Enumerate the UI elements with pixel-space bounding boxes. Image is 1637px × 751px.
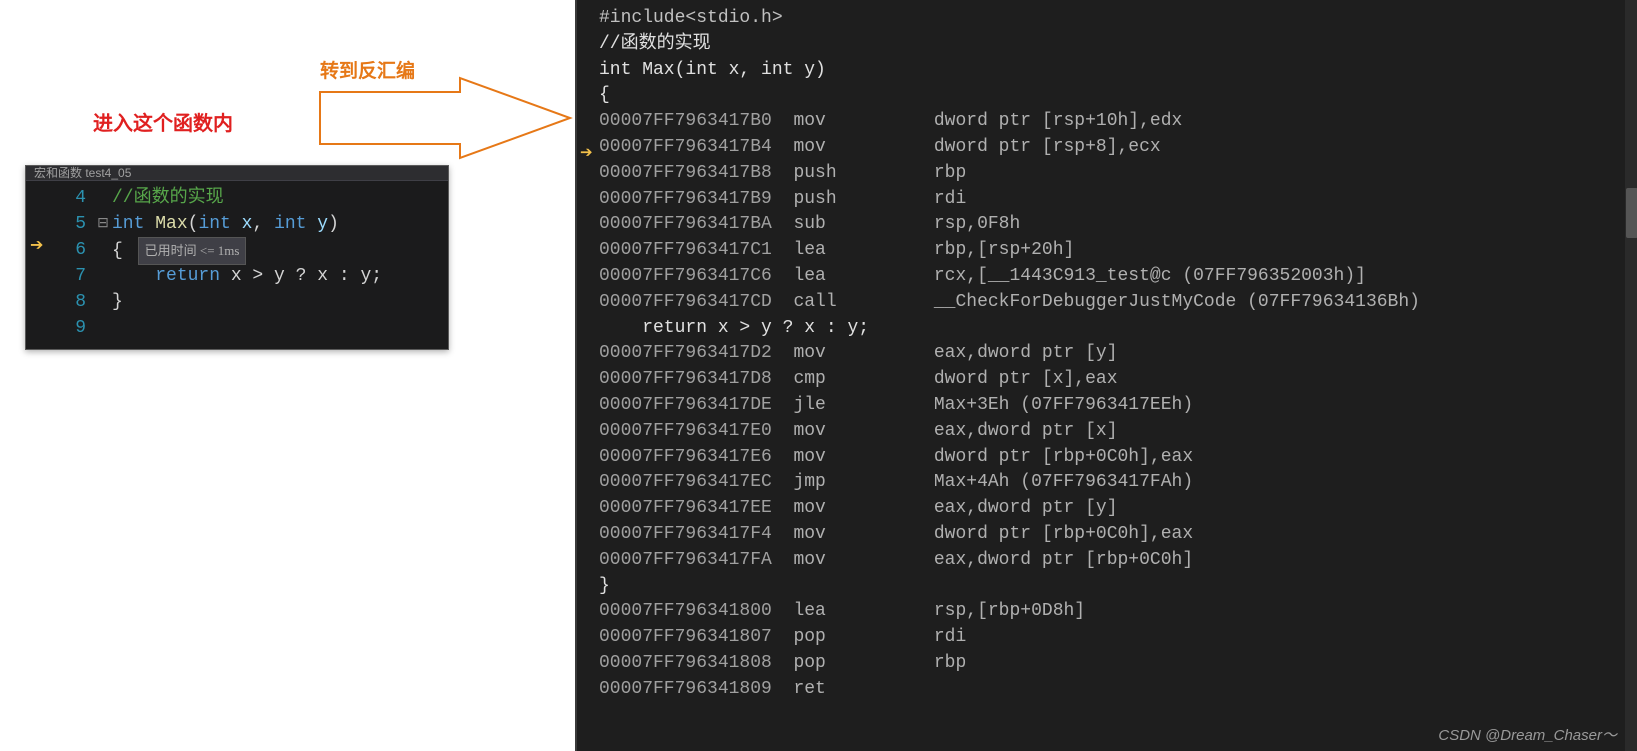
asm-row: 00007FF7963417FA mov eax,dword ptr [rbp+… xyxy=(599,548,1637,574)
scrollbar-thumb[interactable] xyxy=(1626,188,1637,238)
annotation-enter-function: 进入这个函数内 xyxy=(93,107,233,136)
current-line-arrow-icon: ➔ xyxy=(30,235,43,255)
asm-row: 00007FF7963417C1 lea rbp,[rsp+20h] xyxy=(599,238,1637,264)
asm-row: 00007FF7963417B9 push rdi xyxy=(599,187,1637,213)
fold-column: ⊟ xyxy=(94,181,112,349)
asm-row: 00007FF7963417E6 mov dword ptr [rbp+0C0h… xyxy=(599,445,1637,471)
asm-row: 00007FF796341808 pop rbp xyxy=(599,651,1637,677)
code-lines[interactable]: //函数的实现 int Max(int x, int y) { 已用时间 <= … xyxy=(112,181,448,349)
source-editor: 宏和函数 test4_05 4 5 6 7 8 9 ⊟ //函数的实现 int … xyxy=(25,165,449,350)
asm-row: 00007FF7963417B8 push rbp xyxy=(599,161,1637,187)
asm-row: 00007FF7963417EE mov eax,dword ptr [y] xyxy=(599,496,1637,522)
asm-row: 00007FF7963417E0 mov eax,dword ptr [x] xyxy=(599,419,1637,445)
asm-row: 00007FF7963417D2 mov eax,dword ptr [y] xyxy=(599,341,1637,367)
asm-row: 00007FF796341809 ret xyxy=(599,677,1637,703)
disassembly-view: #include<stdio.h> //函数的实现 int Max(int x,… xyxy=(575,0,1637,751)
asm-row: 00007FF7963417EC jmp Max+4Ah (07FF796341… xyxy=(599,470,1637,496)
scrollbar-track[interactable] xyxy=(1625,0,1637,751)
tab-item[interactable]: 宏和函数 test4_05 xyxy=(34,164,131,181)
perf-badge: 已用时间 <= 1ms xyxy=(138,237,247,265)
current-line-arrow-icon: ➔ xyxy=(580,143,593,161)
asm-row: 00007FF7963417DE jle Max+3Eh (07FF796341… xyxy=(599,393,1637,419)
asm-row: 00007FF7963417B4 mov dword ptr [rsp+8],e… xyxy=(599,135,1637,161)
asm-row: 00007FF796341807 pop rdi xyxy=(599,625,1637,651)
asm-row: 00007FF7963417D8 cmp dword ptr [x],eax xyxy=(599,367,1637,393)
annotation-to-disasm: 转到反汇编 xyxy=(320,56,415,83)
asm-row: 00007FF7963417CD call __CheckForDebugger… xyxy=(599,290,1637,316)
disasm-lines[interactable]: #include<stdio.h> //函数的实现 int Max(int x,… xyxy=(577,0,1637,703)
tab-strip: 宏和函数 test4_05 xyxy=(26,166,448,181)
asm-row: 00007FF796341800 lea rsp,[rbp+0D8h] xyxy=(599,599,1637,625)
asm-row: 00007FF7963417C6 lea rcx,[__1443C913_tes… xyxy=(599,264,1637,290)
line-gutter: 4 5 6 7 8 9 xyxy=(26,181,94,349)
asm-row: 00007FF7963417BA sub rsp,0F8h xyxy=(599,212,1637,238)
asm-row: 00007FF7963417B0 mov dword ptr [rsp+10h]… xyxy=(599,109,1637,135)
watermark: CSDN @Dream_Chaser～ xyxy=(1438,724,1617,745)
asm-row: 00007FF7963417F4 mov dword ptr [rbp+0C0h… xyxy=(599,522,1637,548)
